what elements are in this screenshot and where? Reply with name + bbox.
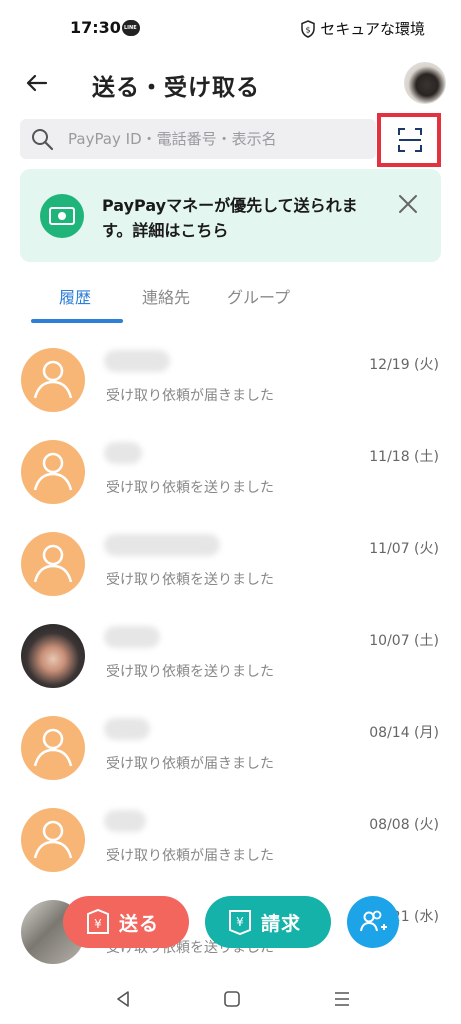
tab-bar: 履歴 連絡先 グループ: [0, 284, 461, 324]
item-date: 11/18 (土): [369, 449, 439, 465]
tab-groups[interactable]: グループ: [227, 284, 290, 308]
item-status: 受け取り依頼を送りました: [106, 480, 274, 496]
nav-back-icon[interactable]: [112, 988, 134, 1010]
tab-indicator: [31, 319, 123, 323]
contact-name-blurred: [104, 626, 160, 648]
person-icon: [21, 716, 85, 780]
person-icon: [21, 348, 85, 412]
item-date: 12/19 (火): [369, 357, 439, 373]
list-item[interactable]: 11/07 (火) 受け取り依頼を送りました: [0, 524, 461, 616]
photo-avatar: [21, 624, 85, 688]
item-status: 受け取り依頼を送りました: [106, 664, 274, 680]
yen-card-icon: ¥: [87, 908, 109, 934]
nav-home-icon[interactable]: [221, 988, 243, 1010]
item-date: 08/14 (月): [369, 725, 439, 741]
scan-qr-icon: [398, 128, 422, 152]
banner-text: PayPayマネーが優先して送られます。詳細はこちら: [102, 196, 358, 240]
item-date: 11/07 (火): [369, 541, 439, 557]
send-button[interactable]: ¥ 送る: [63, 896, 189, 948]
page-title: 送る・受け取る: [92, 75, 260, 101]
item-status: 受け取り依頼を送りました: [106, 572, 274, 588]
shield-icon: $: [301, 19, 316, 38]
person-icon: [21, 808, 85, 872]
nav-menu-icon[interactable]: [331, 988, 353, 1010]
status-time: 17:30: [70, 18, 121, 37]
send-label: 送る: [119, 913, 160, 935]
search-input[interactable]: [68, 119, 368, 159]
tab-contacts[interactable]: 連絡先: [142, 284, 190, 308]
contact-name-blurred: [104, 442, 142, 464]
list-item[interactable]: 12/19 (火) 受け取り依頼が届きました: [0, 340, 461, 432]
item-status: 受け取り依頼が届きました: [106, 388, 274, 404]
header: 送る・受け取る: [0, 58, 461, 110]
contact-name-blurred: [104, 534, 220, 556]
item-status: 受け取り依頼が届きました: [106, 756, 274, 772]
list-item[interactable]: 11/18 (土) 受け取り依頼を送りました: [0, 432, 461, 524]
contact-name-blurred: [104, 718, 150, 740]
search-icon: [32, 129, 54, 151]
item-date: 08/08 (火): [369, 817, 439, 833]
svg-text:¥: ¥: [94, 917, 102, 931]
request-label: 請求: [261, 913, 302, 935]
item-status: 受け取り依頼が届きました: [106, 848, 274, 864]
person-icon: [21, 440, 85, 504]
add-friend-icon: [360, 910, 387, 932]
contact-name-blurred: [104, 350, 170, 372]
item-date: 10/07 (土): [369, 633, 439, 649]
request-button[interactable]: ¥ 請求: [205, 896, 331, 948]
tab-history[interactable]: 履歴: [59, 284, 91, 308]
system-nav-bar: [0, 978, 461, 1024]
list-item[interactable]: 10/07 (土) 受け取り依頼を送りました: [0, 616, 461, 708]
money-icon: [40, 194, 84, 238]
svg-text:$: $: [306, 25, 311, 34]
paypay-money-banner[interactable]: PayPayマネーが優先して送られます。詳細はこちら: [20, 169, 441, 262]
contact-name-blurred: [104, 810, 146, 832]
scan-qr-button[interactable]: [377, 113, 441, 167]
search-bar: [20, 119, 376, 159]
svg-text:¥: ¥: [236, 915, 244, 929]
add-friend-button[interactable]: [347, 896, 399, 948]
back-arrow-icon[interactable]: [22, 68, 52, 98]
user-avatar[interactable]: [404, 62, 446, 104]
list-item[interactable]: 08/08 (火) 受け取り依頼が届きました: [0, 800, 461, 892]
person-icon: [21, 532, 85, 596]
line-notification-icon: [122, 20, 140, 36]
status-bar: 17:30 $ セキュアな環境: [0, 0, 461, 56]
close-icon[interactable]: [397, 193, 419, 215]
list-item[interactable]: 08/14 (月) 受け取り依頼が届きました: [0, 708, 461, 800]
secure-environment-indicator: $ セキュアな環境: [300, 18, 425, 39]
secure-label: セキュアな環境: [320, 20, 425, 38]
yen-card-icon: ¥: [229, 910, 251, 936]
